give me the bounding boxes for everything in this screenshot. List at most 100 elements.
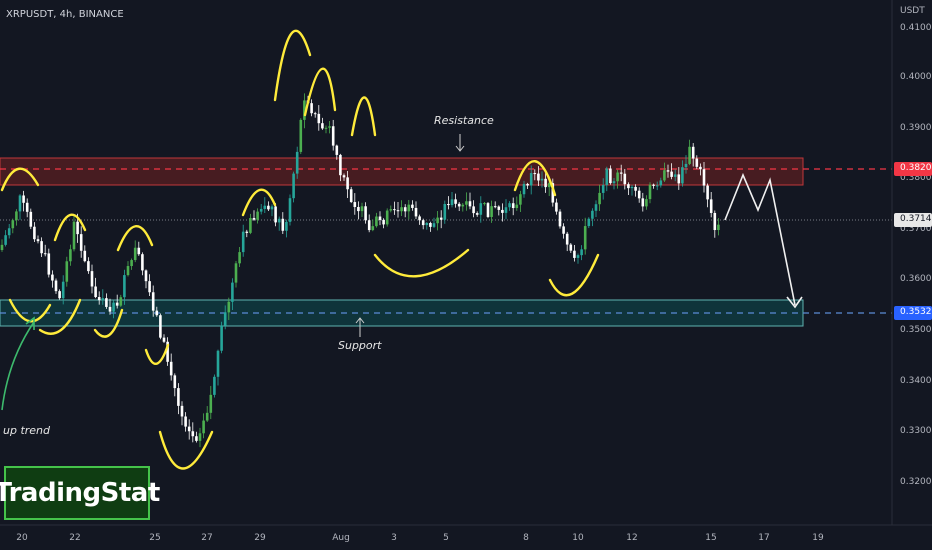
candle-body <box>285 221 288 231</box>
candle-body <box>580 249 583 256</box>
candle-body <box>184 416 187 427</box>
candle-body <box>40 241 43 254</box>
candle-body <box>684 163 688 168</box>
candle-body <box>688 146 691 164</box>
candle-body <box>393 209 396 211</box>
candle-body <box>475 213 479 215</box>
candle-body <box>324 127 328 129</box>
time-tick-label: 29 <box>254 533 266 543</box>
candle-body <box>472 206 475 214</box>
candle-body <box>292 173 295 199</box>
candle-body <box>141 254 144 271</box>
candle-body <box>695 158 699 167</box>
candle-body <box>450 199 454 206</box>
candle-body <box>648 184 652 200</box>
candle-body <box>461 204 465 207</box>
candle-body <box>198 433 202 441</box>
uptrend-annotation: up trend <box>3 424 51 437</box>
candle-body <box>677 174 681 184</box>
support-arrow <box>355 317 365 337</box>
candle-body <box>634 186 637 191</box>
candle-body <box>299 119 303 152</box>
time-tick-label: 5 <box>443 533 449 543</box>
candle-body <box>641 198 645 207</box>
candle-body <box>681 167 684 184</box>
resistance-arrow <box>455 134 465 152</box>
candle-body <box>342 175 346 178</box>
candle-body <box>295 151 299 174</box>
candle-body <box>360 206 364 212</box>
candle-body <box>601 185 605 193</box>
candle-body <box>313 113 317 115</box>
candle-body <box>101 298 105 301</box>
candle-body <box>252 218 256 220</box>
candle-body <box>655 185 659 187</box>
candle-body <box>349 189 353 203</box>
candle-body <box>137 247 141 255</box>
time-axis[interactable]: 20 22 25 27 29 Aug 3 5 8 10 12 15 17 19 <box>16 533 824 543</box>
candle-body <box>209 394 213 413</box>
candle-body <box>328 126 331 128</box>
current-price-label: 0.3714 <box>900 214 932 224</box>
support-annotation: Support <box>338 339 382 352</box>
candle-body <box>709 199 713 213</box>
candle-body <box>414 207 418 217</box>
candle-body <box>583 226 587 250</box>
candle-body <box>407 204 411 212</box>
candle-body <box>468 201 472 207</box>
candle-body <box>558 211 562 227</box>
candle-body <box>544 178 547 188</box>
resistance-annotation: Resistance <box>434 114 494 127</box>
support-price-label: 0.3532 <box>900 307 932 317</box>
candle-body <box>216 350 220 377</box>
time-tick-label: 25 <box>149 533 160 543</box>
price-tick-label: 0.4100 <box>900 23 932 33</box>
candle-body <box>87 261 90 272</box>
candle-body <box>691 146 695 159</box>
candle-body <box>47 253 51 275</box>
candle-body <box>245 231 249 233</box>
time-tick-label: 12 <box>626 533 637 543</box>
candle-body <box>702 169 706 186</box>
price-tick-label: 0.3900 <box>900 123 932 133</box>
candle-body <box>663 170 666 181</box>
candle-body <box>418 216 421 221</box>
candle-body <box>90 271 94 287</box>
symbol-title[interactable]: XRPUSDT, 4h, BINANCE <box>6 9 124 20</box>
candle-body <box>267 205 270 210</box>
candle-body <box>76 221 79 235</box>
candle-body <box>241 231 245 253</box>
candle-body <box>173 375 177 389</box>
candle-body <box>519 194 522 205</box>
candle-body <box>706 185 709 200</box>
candle-body <box>411 204 414 208</box>
candle-body <box>522 183 526 195</box>
candle-body <box>357 206 360 212</box>
candle-body <box>317 113 321 124</box>
candle-body <box>33 226 36 240</box>
candle-body <box>231 282 234 302</box>
price-axis[interactable]: 0.41000.40000.39000.38000.37000.36000.35… <box>900 23 932 487</box>
candle-body <box>65 261 69 282</box>
candle-body <box>627 184 630 189</box>
candle-body <box>274 206 277 223</box>
candle-body <box>645 199 648 207</box>
candle-body <box>421 220 425 226</box>
candle-body <box>382 219 385 225</box>
candle-body <box>429 222 432 227</box>
time-tick-label: Aug <box>332 533 350 543</box>
candle-body <box>605 168 609 186</box>
candle-body <box>22 195 25 203</box>
candle-body <box>288 198 292 222</box>
candle-body <box>191 431 195 437</box>
candle-body <box>234 263 238 283</box>
candle-body <box>180 405 184 417</box>
candle-body <box>454 199 457 204</box>
candle-body <box>436 217 439 224</box>
candle-body <box>591 210 594 219</box>
candle-body <box>504 207 508 213</box>
candle-body <box>148 281 151 293</box>
time-tick-label: 22 <box>69 533 80 543</box>
candle-body <box>490 206 493 217</box>
candle-body <box>18 195 22 212</box>
